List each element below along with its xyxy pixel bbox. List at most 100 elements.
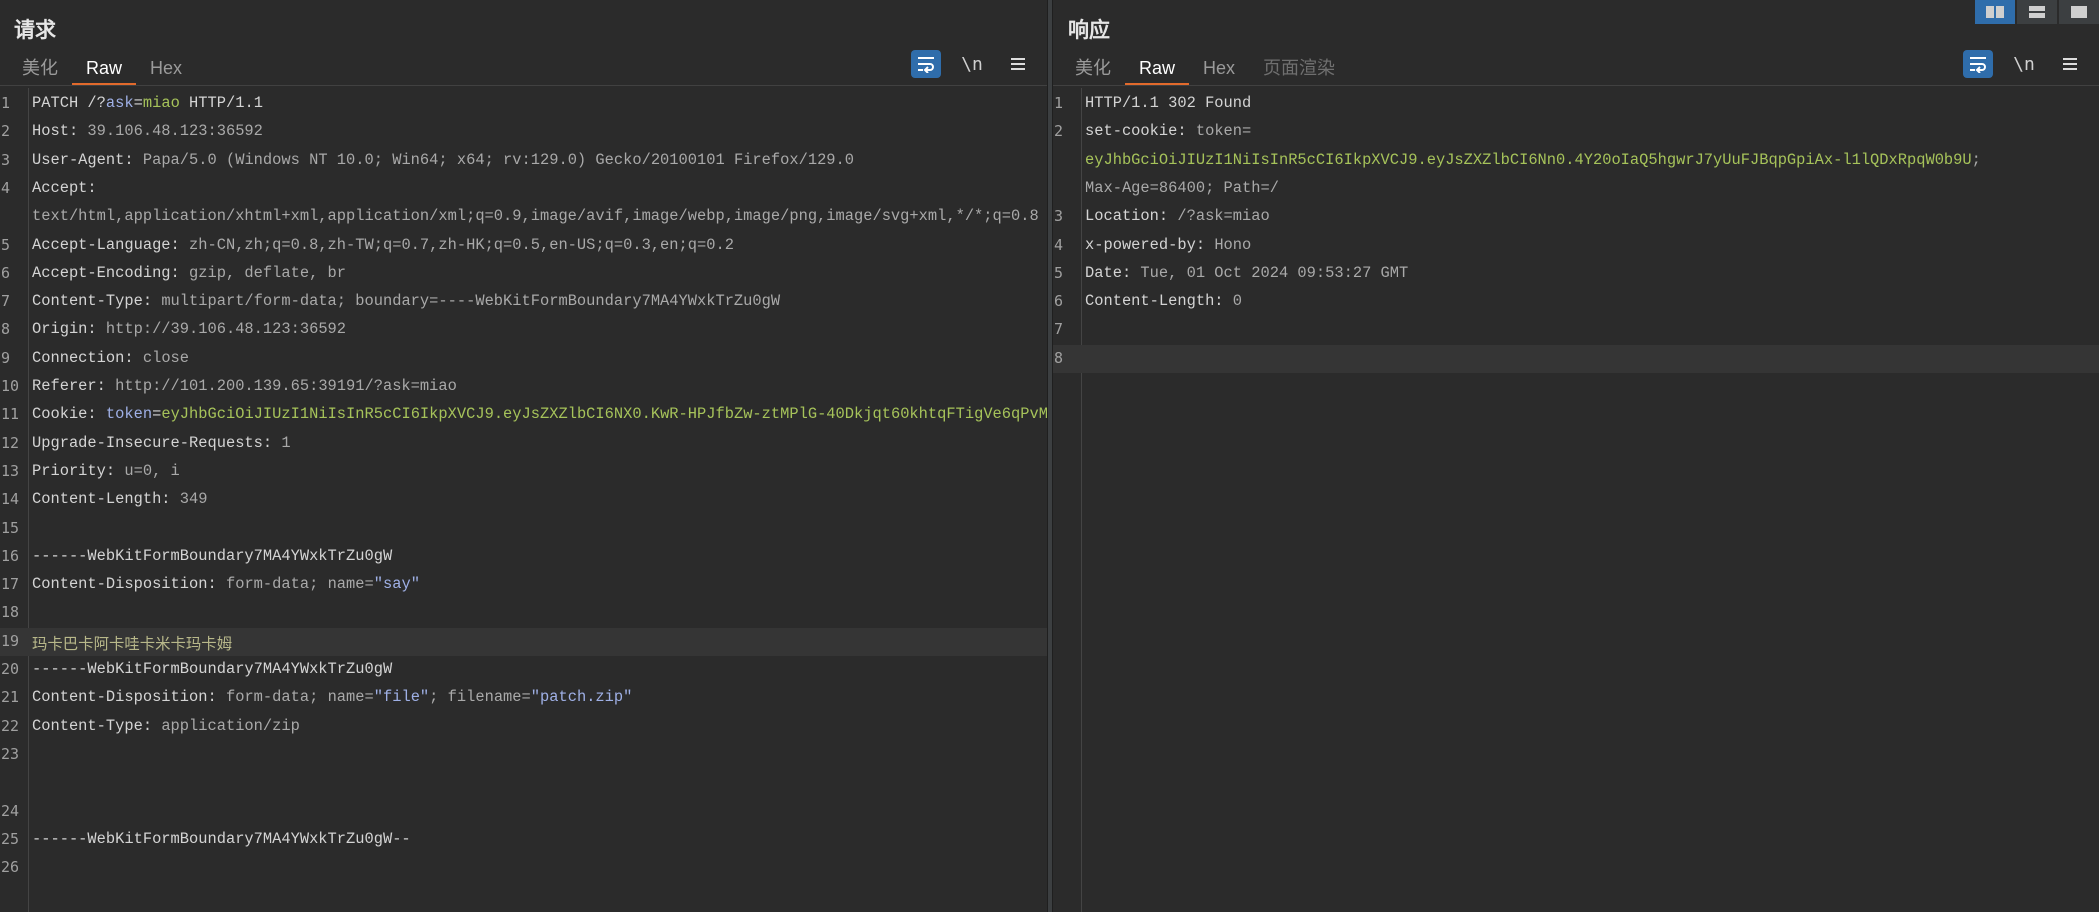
code-line[interactable]: 20 ------WebKitFormBoundary7MA4YWxkTrZu0g…	[0, 656, 1047, 684]
line-number: 26	[1, 858, 20, 877]
token: =	[133, 94, 143, 112]
token: miao	[142, 94, 180, 112]
code-line[interactable]: 21 Content-Disposition: form-data; name="…	[0, 684, 1047, 712]
token: Content-Length:	[1085, 292, 1233, 311]
line-number: 22	[1, 716, 20, 735]
code-line[interactable]: 2 Host: 39.106.48.123:36592	[0, 118, 1047, 146]
request-title: 请求	[14, 19, 56, 42]
line-number: 15	[1, 518, 20, 537]
token: Content-Length:	[32, 490, 180, 509]
layout-switch	[1975, 0, 2099, 24]
token: form-data; name=	[225, 688, 374, 707]
newline-toggle-button[interactable]: \n	[957, 50, 987, 78]
line-number: 17	[1, 575, 20, 594]
tab-raw[interactable]: Raw	[1125, 52, 1190, 86]
token: Content-Type:	[32, 292, 162, 311]
code-line[interactable]: 16 ------WebKitFormBoundary7MA4YWxkTrZu0g…	[0, 543, 1047, 571]
side-by-side-layout-icon[interactable]	[1975, 0, 2015, 24]
code-line[interactable]: 6 Accept-Encoding: gzip, deflate, br	[0, 260, 1047, 288]
code-line[interactable]: 8	[1053, 344, 2099, 373]
code-line[interactable]: 5 Accept-Language: zh-CN,zh;q=0.8,zh-TW;q…	[0, 232, 1047, 260]
line-text: Referer: http://101.200.139.65:39191/?as…	[32, 377, 457, 395]
token: text/html,application/xhtml+xml,applicat…	[32, 207, 1039, 226]
tab-hex[interactable]: Hex	[136, 52, 196, 86]
wrap-lines-icon[interactable]	[911, 50, 941, 78]
line-number: 6	[1, 263, 11, 282]
code-line[interactable]: 2 set-cookie: token=	[1053, 118, 2099, 146]
code-line[interactable]	[0, 769, 1047, 797]
line-text: HTTP/1.1 302 Found	[1085, 94, 1251, 112]
code-line[interactable]: 6 Content-Length: 0	[1053, 288, 2099, 316]
line-number: 23	[1, 744, 20, 763]
code-line[interactable]: eyJhbGciOiJIUzI1NiIsInR5cCI6IkpXVCJ9.eyJ…	[1053, 147, 2099, 175]
menu-icon[interactable]	[1003, 50, 1033, 78]
line-number: 20	[1, 660, 20, 678]
code-line[interactable]: 3 Location: /?ask=miao	[1053, 203, 2099, 231]
tab-pretty[interactable]: 美化	[1061, 52, 1125, 86]
code-line[interactable]: 13 Priority: u=0, i	[0, 458, 1047, 486]
code-line[interactable]: 1 PATCH /?ask=miao HTTP/1.1	[0, 90, 1047, 118]
code-line[interactable]: Max-Age=86400; Path=/	[1053, 175, 2099, 203]
wrap-lines-icon[interactable]	[1963, 50, 1993, 78]
single-pane-layout-icon[interactable]	[2059, 0, 2099, 24]
line-text: Date: Tue, 01 Oct 2024 09:53:27 GMT	[1085, 264, 1408, 282]
code-line[interactable]: 24	[0, 798, 1047, 826]
code-line[interactable]: 22 Content-Type: application/zip	[0, 713, 1047, 741]
response-pane: 响应 美化 Raw Hex 页面渲染 \n 1 HTTP/1.1 302 Foun…	[1053, 0, 2099, 912]
tab-hex[interactable]: Hex	[1189, 52, 1249, 86]
code-line[interactable]: 9 Connection: close	[0, 345, 1047, 373]
code-line[interactable]: 12 Upgrade-Insecure-Requests: 1	[0, 430, 1047, 458]
tab-pretty[interactable]: 美化	[8, 52, 72, 86]
code-line[interactable]: 10 Referer: http://101.200.139.65:39191/?…	[0, 373, 1047, 401]
line-text: ------WebKitFormBoundary7MA4YWxkTrZu0gW	[32, 660, 392, 678]
code-line[interactable]: 5 Date: Tue, 01 Oct 2024 09:53:27 GMT	[1053, 260, 2099, 288]
line-number: 10	[1, 377, 20, 395]
token: Content-Disposition:	[32, 575, 226, 594]
line-number: 4	[1054, 235, 1064, 254]
line-text: Content-Disposition: form-data; name="sa…	[32, 575, 420, 593]
code-line[interactable]: 25 ------WebKitFormBoundary7MA4YWxkTrZu0g…	[0, 826, 1047, 854]
newline-toggle-button[interactable]: \n	[2009, 50, 2039, 78]
code-line[interactable]: 3 User-Agent: Papa/5.0 (Windows NT 10.0; …	[0, 147, 1047, 175]
stacked-layout-icon[interactable]	[2017, 0, 2057, 24]
code-line[interactable]: 7	[1053, 316, 2099, 344]
line-text: Content-Length: 0	[1085, 292, 1242, 310]
tab-render[interactable]: 页面渲染	[1249, 52, 1349, 86]
token: HTTP/1.1	[179, 94, 263, 112]
code-line[interactable]: text/html,application/xhtml+xml,applicat…	[0, 203, 1047, 231]
code-line[interactable]: 14 Content-Length: 349	[0, 486, 1047, 514]
request-tab-divider	[0, 85, 1047, 86]
token: 1	[281, 433, 291, 452]
code-line[interactable]: 19 玛卡巴卡阿卡哇卡米卡玛卡姆	[0, 627, 1047, 656]
token: http://101.200.139.65:39191/?ask=miao	[115, 377, 457, 395]
code-line[interactable]: 7 Content-Type: multipart/form-data; boun…	[0, 288, 1047, 316]
request-editor[interactable]: 1 PATCH /?ask=miao HTTP/1.1 2 Host: 39.106.…	[0, 88, 1047, 912]
code-line[interactable]: 1 HTTP/1.1 302 Found	[1053, 90, 2099, 118]
token: 349	[179, 490, 208, 509]
token: PATCH /?	[32, 94, 106, 112]
code-line[interactable]: 4 Accept:	[0, 175, 1047, 203]
code-line[interactable]: 26	[0, 854, 1047, 882]
code-line[interactable]: 23	[0, 741, 1047, 769]
token: "patch.zip"	[530, 688, 633, 707]
code-line[interactable]: 15	[0, 515, 1047, 543]
menu-icon[interactable]	[2055, 50, 2085, 78]
token: u=0, i	[124, 461, 180, 480]
code-line[interactable]: 18	[0, 599, 1047, 627]
code-line[interactable]: 4 x-powered-by: Hono	[1053, 232, 2099, 260]
line-text: Origin: http://39.106.48.123:36592	[32, 320, 346, 338]
response-editor[interactable]: 1 HTTP/1.1 302 Found 2 set-cookie: token= ey…	[1053, 88, 2099, 912]
code-line[interactable]: 17 Content-Disposition: form-data; name="…	[0, 571, 1047, 599]
token: Host:	[32, 122, 88, 141]
code-line[interactable]: 11 Cookie: token=eyJhbGciOiJIUzI1NiIsInR5…	[0, 401, 1047, 429]
token: token=	[1195, 122, 1252, 141]
line-number: 5	[1054, 263, 1064, 282]
line-text: text/html,application/xhtml+xml,applicat…	[32, 207, 1039, 225]
line-number: 18	[1, 603, 20, 622]
line-number: 3	[1054, 207, 1064, 226]
code-line[interactable]: 8 Origin: http://39.106.48.123:36592	[0, 316, 1047, 344]
token: http://39.106.48.123:36592	[105, 320, 347, 339]
line-text: Content-Length: 349	[32, 490, 208, 508]
tab-raw[interactable]: Raw	[72, 52, 137, 86]
line-number: 16	[1, 546, 20, 565]
